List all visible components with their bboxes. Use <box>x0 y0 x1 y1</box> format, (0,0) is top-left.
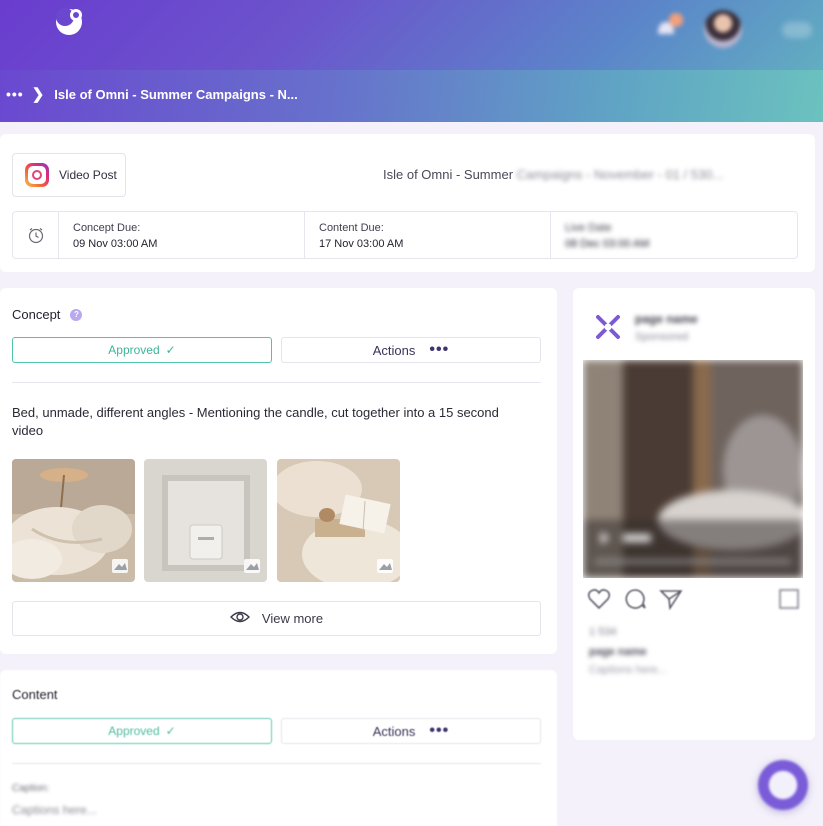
check-icon: ✓ <box>165 724 176 738</box>
live-date-cell: Live Date 08 Dec 03:00 AM <box>551 212 797 258</box>
concept-image-3[interactable] <box>277 459 400 582</box>
help-icon[interactable]: ? <box>70 308 83 321</box>
user-menu-toggle[interactable] <box>782 22 812 38</box>
preview-video[interactable] <box>583 360 803 578</box>
content-title-text: Content <box>12 687 58 702</box>
instagram-icon <box>25 163 49 187</box>
content-due-cell: Content Due: 17 Nov 03:00 AM <box>305 212 551 258</box>
concept-panel: Concept ? Approved ✓ Actions ••• Bed, un… <box>0 288 557 654</box>
breadcrumb: ••• ❯ Isle of Omni - Summer Campaigns - … <box>6 84 298 104</box>
approved-label: Approved <box>108 343 160 357</box>
concept-title-text: Concept <box>12 307 61 322</box>
user-avatar[interactable] <box>704 10 742 48</box>
approved-label: Approved <box>108 724 160 738</box>
view-more-label: View more <box>261 611 324 626</box>
preview-action-icons <box>587 588 683 615</box>
concept-due-cell: Concept Due: 09 Nov 03:00 AM <box>59 212 305 258</box>
share-icon <box>659 588 683 615</box>
more-dots-icon: ••• <box>429 341 450 358</box>
comment-icon <box>623 588 647 615</box>
content-title: Content <box>12 687 58 702</box>
concept-image-2[interactable] <box>144 459 267 582</box>
due-dates-row: Concept Due: 09 Nov 03:00 AM Content Due… <box>12 211 798 259</box>
campaign-title-blurred: Campaigns - November - 01 / 530... <box>516 167 724 182</box>
notifications-bell-icon[interactable] <box>650 12 686 40</box>
bookmark-icon <box>778 588 800 615</box>
platform-label: Video Post <box>59 168 117 182</box>
heart-icon <box>587 588 611 615</box>
live-date-label: Live Date <box>565 222 612 234</box>
concept-title: Concept ? <box>12 307 83 322</box>
clock-icon <box>13 212 59 258</box>
brand-logo-icon <box>595 314 621 345</box>
preview-caption: Captions here... <box>589 664 667 676</box>
content-approved-button[interactable]: Approved ✓ <box>12 718 272 744</box>
campaign-title: Isle of Omni - Summer Campaigns - Novemb… <box>383 167 723 182</box>
divider <box>12 763 541 764</box>
content-panel: Content Approved ✓ Actions ••• Caption: … <box>0 670 557 826</box>
live-date-value: 08 Dec 03:00 AM <box>565 238 650 250</box>
preview-page-name: page name <box>635 312 698 326</box>
preview-username: page name <box>589 646 647 658</box>
chat-support-button[interactable] <box>758 760 808 810</box>
concept-actions-button[interactable]: Actions ••• <box>281 337 541 363</box>
check-icon: ✓ <box>165 343 176 357</box>
post-info-panel: Video Post Isle of Omni - Summer Campaig… <box>0 134 815 272</box>
platform-tag: Video Post <box>12 153 126 197</box>
chevron-right-icon: ❯ <box>31 86 45 103</box>
content-due-value: 17 Nov 03:00 AM <box>319 238 404 250</box>
concept-image-1[interactable] <box>12 459 135 582</box>
app-logo-icon[interactable] <box>52 6 88 36</box>
caption-label: Caption: <box>12 783 50 794</box>
view-more-button[interactable]: View more <box>12 601 541 636</box>
instagram-preview-panel: page name Sponsored 1 534 page name Capt… <box>573 288 815 740</box>
breadcrumb-current[interactable]: Isle of Omni - Summer Campaigns - N... <box>54 87 297 102</box>
concept-approved-button[interactable]: Approved ✓ <box>12 337 272 363</box>
breadcrumb-more-icon[interactable]: ••• <box>6 86 24 102</box>
concept-due-label: Concept Due: <box>73 222 141 234</box>
concept-description: Bed, unmade, different angles - Mentioni… <box>12 405 499 438</box>
app-header: ••• ❯ Isle of Omni - Summer Campaigns - … <box>0 0 823 122</box>
concept-due-value: 09 Nov 03:00 AM <box>73 238 158 250</box>
actions-label: Actions <box>372 723 416 739</box>
divider <box>12 382 541 383</box>
eye-icon <box>229 610 250 627</box>
preview-sponsored: Sponsored <box>635 331 689 343</box>
content-due-label: Content Due: <box>319 222 384 234</box>
campaign-title-visible: Isle of Omni - Summer <box>383 167 514 182</box>
caption-value: Captions here... <box>12 803 97 817</box>
preview-likes: 1 534 <box>589 626 617 638</box>
more-dots-icon: ••• <box>429 722 450 739</box>
actions-label: Actions <box>372 342 416 358</box>
content-actions-button[interactable]: Actions ••• <box>281 718 541 744</box>
